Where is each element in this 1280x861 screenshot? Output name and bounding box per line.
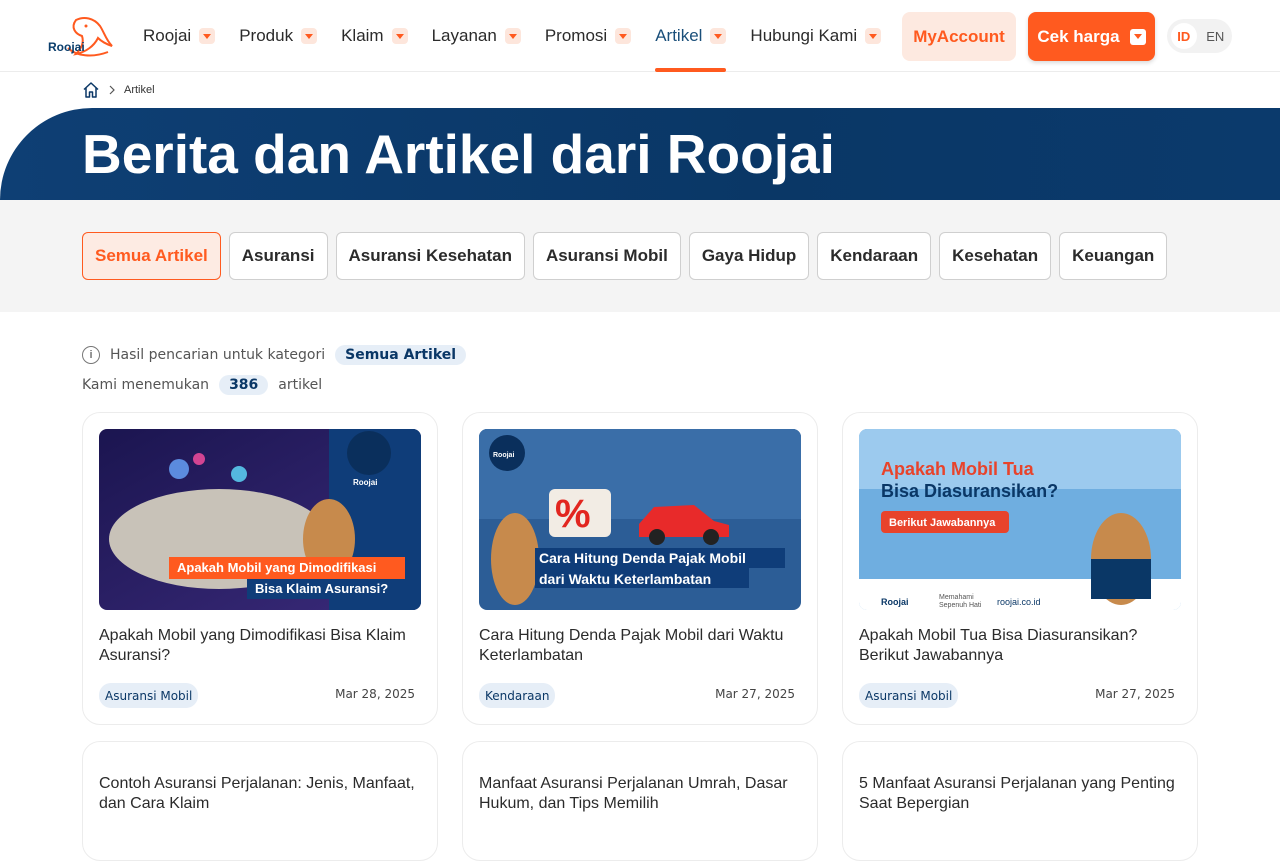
thumb-caption: dari Waktu Keterlambatan (539, 571, 711, 587)
chip-kendaraan[interactable]: Kendaraan (817, 232, 932, 280)
chevron-down-icon (865, 28, 882, 44)
chevron-down-icon (710, 28, 727, 44)
svg-text:Roojai: Roojai (881, 597, 909, 607)
thumb-footer: Memahami (939, 594, 974, 601)
article-image: Apakah Mobil Tua Bisa Diasuransikan? Ber… (859, 429, 1181, 610)
chevron-down-icon (301, 28, 318, 44)
cek-harga-label: Cek harga (1037, 26, 1120, 46)
thumb-caption: Bisa Diasuransikan? (881, 481, 1058, 501)
article-date: Mar 28, 2025 (335, 687, 415, 701)
thumb-caption: Berikut Jawabannya (889, 517, 996, 529)
category-chips: Semua Artikel Asuransi Asuransi Kesehata… (82, 232, 1168, 280)
chevron-down-icon (199, 28, 216, 44)
logo-text: Roojai (48, 40, 85, 54)
article-image: Roojai % Cara Hitung Denda Pajak Mobil d… (479, 429, 801, 610)
chip-semua-artikel[interactable]: Semua Artikel (82, 232, 221, 280)
roojai-logo[interactable]: Roojai (46, 12, 116, 62)
chip-gaya-hidup[interactable]: Gaya Hidup (688, 232, 810, 280)
article-card[interactable]: Roojai Apakah Mobil yang Dimodifikasi Bi… (82, 412, 438, 725)
article-card[interactable]: Manfaat Asuransi Perjalanan Umrah, Dasar… (462, 741, 818, 861)
nav-item-roojai[interactable]: Roojai (143, 0, 216, 72)
nav-item-klaim[interactable]: Klaim (341, 0, 408, 72)
chevron-down-icon (1129, 28, 1146, 45)
nav-label: Promosi (544, 26, 608, 45)
category-pill: Semua Artikel (335, 345, 467, 365)
svg-text:%: % (555, 492, 591, 536)
cek-harga-button[interactable]: Cek harga (1028, 12, 1155, 61)
myaccount-button[interactable]: MyAccount (902, 12, 1016, 61)
svg-text:Roojai: Roojai (353, 478, 377, 487)
nav-item-promosi[interactable]: Promosi (544, 0, 632, 72)
lang-option-id[interactable]: ID (1171, 23, 1197, 49)
breadcrumb-current: Artikel (124, 84, 155, 96)
chip-keuangan[interactable]: Keuangan (1059, 232, 1168, 280)
svg-text:Roojai: Roojai (493, 452, 514, 459)
site-header: Roojai Roojai Produk Klaim Layanan Promo… (0, 0, 1280, 72)
article-tag: Kendaraan (479, 683, 556, 708)
found-suffix: artikel (278, 377, 323, 393)
search-result-category: i Hasil pencarian untuk kategori Semua A… (82, 344, 476, 366)
nav-label: Artikel (655, 26, 703, 45)
result-prefix: Hasil pencarian untuk kategori (110, 347, 326, 363)
found-prefix: Kami menemukan (82, 377, 210, 393)
article-title[interactable]: Manfaat Asuransi Perjalanan Umrah, Dasar… (479, 774, 799, 814)
thumb-caption: Apakah Mobil yang Dimodifikasi (177, 560, 376, 575)
nav-label: Layanan (431, 26, 497, 45)
chip-asuransi-mobil[interactable]: Asuransi Mobil (532, 232, 681, 280)
article-card[interactable]: Contoh Asuransi Perjalanan: Jenis, Manfa… (82, 741, 438, 861)
article-date: Mar 27, 2025 (1095, 687, 1175, 701)
kangaroo-logo-icon (67, 17, 113, 57)
article-title[interactable]: Apakah Mobil Tua Bisa Diasuransikan? Ber… (859, 626, 1179, 666)
chevron-down-icon (615, 28, 632, 44)
thumb-footer: Sepenuh Hati (939, 602, 982, 609)
thumb-caption: Cara Hitung Denda Pajak Mobil (539, 550, 746, 566)
chevron-right-icon (109, 85, 115, 95)
article-tag: Asuransi Mobil (859, 683, 959, 708)
article-title[interactable]: 5 Manfaat Asuransi Perjalanan yang Penti… (859, 774, 1179, 814)
nav-item-hubungi-kami[interactable]: Hubungi Kami (750, 0, 882, 72)
article-thumbnail[interactable]: Apakah Mobil Tua Bisa Diasuransikan? Ber… (859, 429, 1181, 610)
search-result-count: Kami menemukan 386 artikel (82, 374, 322, 396)
thumb-site: roojai.co.id (997, 597, 1041, 607)
info-icon: i (82, 346, 100, 364)
article-tag: Asuransi Mobil (99, 683, 199, 708)
main-nav: Roojai Produk Klaim Layanan Promosi Arti… (143, 0, 905, 72)
breadcrumb: Artikel (82, 80, 155, 100)
chip-kesehatan[interactable]: Kesehatan (939, 232, 1052, 280)
article-card[interactable]: Roojai % Cara Hitung Denda Pajak Mobil d… (462, 412, 818, 725)
lang-option-en[interactable]: EN (1203, 23, 1229, 49)
nav-label: Klaim (341, 26, 384, 45)
article-date: Mar 27, 2025 (715, 687, 795, 701)
language-switcher: ID EN (1167, 19, 1232, 53)
nav-label: Produk (239, 26, 294, 45)
result-count-badge: 386 (219, 375, 269, 395)
article-card[interactable]: Apakah Mobil Tua Bisa Diasuransikan? Ber… (842, 412, 1198, 725)
nav-item-artikel[interactable]: Artikel (655, 0, 727, 72)
thumb-caption: Apakah Mobil Tua (881, 459, 1035, 479)
article-title[interactable]: Contoh Asuransi Perjalanan: Jenis, Manfa… (99, 774, 419, 814)
chevron-down-icon (504, 28, 521, 44)
nav-label: Hubungi Kami (750, 26, 858, 45)
article-image: Roojai Apakah Mobil yang Dimodifikasi Bi… (99, 429, 421, 610)
page-title: Berita dan Artikel dari Roojai (82, 123, 835, 185)
nav-item-produk[interactable]: Produk (239, 0, 318, 72)
article-card[interactable]: 5 Manfaat Asuransi Perjalanan yang Penti… (842, 741, 1198, 861)
article-title[interactable]: Cara Hitung Denda Pajak Mobil dari Waktu… (479, 626, 799, 666)
chip-asuransi[interactable]: Asuransi (228, 232, 328, 280)
home-icon[interactable] (82, 81, 100, 99)
chip-asuransi-kesehatan[interactable]: Asuransi Kesehatan (335, 232, 525, 280)
hero-banner: Berita dan Artikel dari Roojai (0, 108, 1280, 200)
nav-label: Roojai (143, 26, 192, 45)
article-title[interactable]: Apakah Mobil yang Dimodifikasi Bisa Klai… (99, 626, 419, 666)
category-filter-bar: Semua Artikel Asuransi Asuransi Kesehata… (0, 200, 1280, 312)
article-thumbnail[interactable]: Roojai Apakah Mobil yang Dimodifikasi Bi… (99, 429, 421, 610)
nav-item-layanan[interactable]: Layanan (432, 0, 521, 72)
thumb-caption: Bisa Klaim Asuransi? (255, 581, 388, 596)
article-thumbnail[interactable]: Roojai % Cara Hitung Denda Pajak Mobil d… (479, 429, 801, 610)
chevron-down-icon (391, 28, 408, 44)
